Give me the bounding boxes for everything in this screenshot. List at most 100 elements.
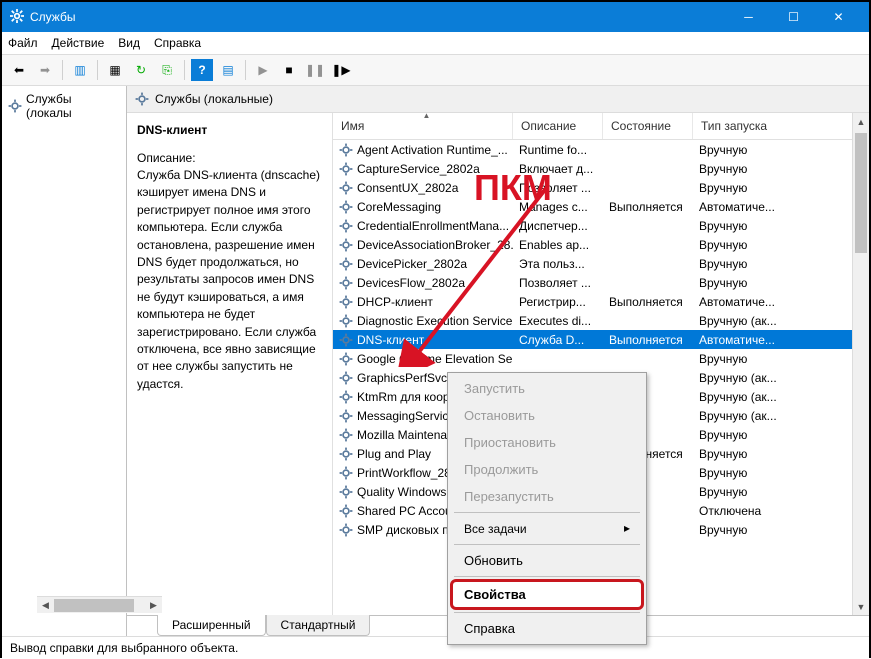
scroll-thumb[interactable] [855,133,867,253]
close-button[interactable]: ✕ [816,2,861,32]
service-start: Отключена [693,504,869,518]
gear-icon [135,92,149,106]
service-start: Вручную [693,428,869,442]
service-start: Вручную [693,466,869,480]
sidebar-item-services[interactable]: Службы (локалы [6,90,122,122]
service-start: Вручную [693,257,869,271]
statusbar: Вывод справки для выбранного объекта. [2,636,869,659]
context-alltasks[interactable]: Все задачи▸ [450,515,644,542]
export-button[interactable]: ⎘ [156,59,178,81]
service-start: Автоматиче... [693,295,869,309]
context-help[interactable]: Справка [450,615,644,642]
refresh-button[interactable]: ↻ [130,59,152,81]
gear-icon [339,485,353,499]
service-start: Автоматиче... [693,333,869,347]
gear-icon [339,181,353,195]
menu-view[interactable]: Вид [118,36,140,50]
gear-icon [339,504,353,518]
service-name: CaptureService_2802a [357,162,480,176]
service-start: Вручную [693,143,869,157]
show-hide-action-button[interactable]: ▤ [217,59,239,81]
stop-service-button[interactable]: ■ [278,59,300,81]
sidebar-hscroll[interactable]: ◀ ▶ [37,596,162,613]
tab-extended[interactable]: Расширенный [157,615,266,636]
back-button[interactable]: ⬅ [8,59,30,81]
properties-button[interactable]: ▦ [104,59,126,81]
context-start[interactable]: Запустить [450,375,644,402]
sidebar: Службы (локалы [2,86,127,636]
column-state[interactable]: Состояние [603,113,693,139]
service-name: Plug and Play [357,447,431,461]
sidebar-label: Службы (локалы [26,92,120,120]
service-row[interactable]: Agent Activation Runtime_... Runtime fo..… [333,140,869,159]
show-hide-tree-button[interactable]: ▥ [69,59,91,81]
forward-button[interactable]: ➡ [34,59,56,81]
start-service-button[interactable]: ▶ [252,59,274,81]
gear-icon [8,99,22,113]
context-resume[interactable]: Продолжить [450,456,644,483]
context-properties[interactable]: Свойства [450,579,644,610]
service-start: Вручную [693,352,869,366]
service-start: Вручную (ак... [693,314,869,328]
scroll-down-icon[interactable]: ▼ [853,598,869,615]
list-header: Имя▲ Описание Состояние Тип запуска [333,113,869,140]
chevron-right-icon: ▸ [624,521,630,535]
service-name: Agent Activation Runtime_... [357,143,508,157]
gear-icon [339,428,353,442]
pause-service-button[interactable]: ❚❚ [304,59,326,81]
gear-icon [339,352,353,366]
scroll-up-icon[interactable]: ▲ [853,113,869,130]
scroll-left-icon[interactable]: ◀ [37,600,54,611]
scroll-right-icon[interactable]: ▶ [145,600,162,611]
service-state: Выполняется [603,200,693,214]
minimize-button[interactable]: ─ [726,2,771,32]
service-desc: Runtime fo... [513,143,603,157]
column-name[interactable]: Имя▲ [333,113,513,139]
help-button[interactable]: ? [191,59,213,81]
description-text: Служба DNS-клиента (dnscache) кэширует и… [137,167,322,393]
gear-icon [339,333,353,347]
gear-icon [339,200,353,214]
window-title: Службы [30,10,726,24]
gear-icon [339,409,353,423]
service-start: Вручную [693,485,869,499]
gear-icon [339,371,353,385]
gear-icon [339,390,353,404]
hscroll-thumb[interactable] [54,599,134,612]
context-stop[interactable]: Остановить [450,402,644,429]
gear-icon [339,295,353,309]
restart-service-button[interactable]: ❚▶ [330,59,352,81]
service-start: Вручную [693,181,869,195]
menubar: Файл Действие Вид Справка [2,32,869,55]
gear-icon [339,447,353,461]
maximize-button[interactable]: ☐ [771,2,816,32]
service-state: Выполняется [603,295,693,309]
titlebar: Службы ─ ☐ ✕ [2,2,869,32]
service-start: Вручную [693,162,869,176]
service-start: Вручную [693,523,869,537]
service-start: Вручную [693,447,869,461]
service-start: Вручную [693,276,869,290]
menu-help[interactable]: Справка [154,36,201,50]
service-start: Вручную (ак... [693,371,869,385]
content-header: Службы (локальные) [127,86,869,113]
service-start: Вручную (ак... [693,409,869,423]
service-start: Вручную [693,219,869,233]
context-refresh[interactable]: Обновить [450,547,644,574]
vertical-scrollbar[interactable]: ▲ ▼ [852,113,869,615]
menu-file[interactable]: Файл [8,36,38,50]
service-start: Вручную (ак... [693,390,869,404]
service-row[interactable]: CaptureService_2802aВключает д...Вручную [333,159,869,178]
context-restart[interactable]: Перезапустить [450,483,644,510]
app-icon [10,9,24,26]
context-pause[interactable]: Приостановить [450,429,644,456]
column-startup[interactable]: Тип запуска [693,113,869,139]
column-description[interactable]: Описание [513,113,603,139]
menu-action[interactable]: Действие [52,36,105,50]
content-title: Службы (локальные) [155,92,273,106]
tab-standard[interactable]: Стандартный [266,615,371,636]
service-name: GraphicsPerfSvc [357,371,447,385]
service-state: Выполняется [603,333,693,347]
toolbar: ⬅ ➡ ▥ ▦ ↻ ⎘ ? ▤ ▶ ■ ❚❚ ❚▶ [2,55,869,86]
gear-icon [339,276,353,290]
